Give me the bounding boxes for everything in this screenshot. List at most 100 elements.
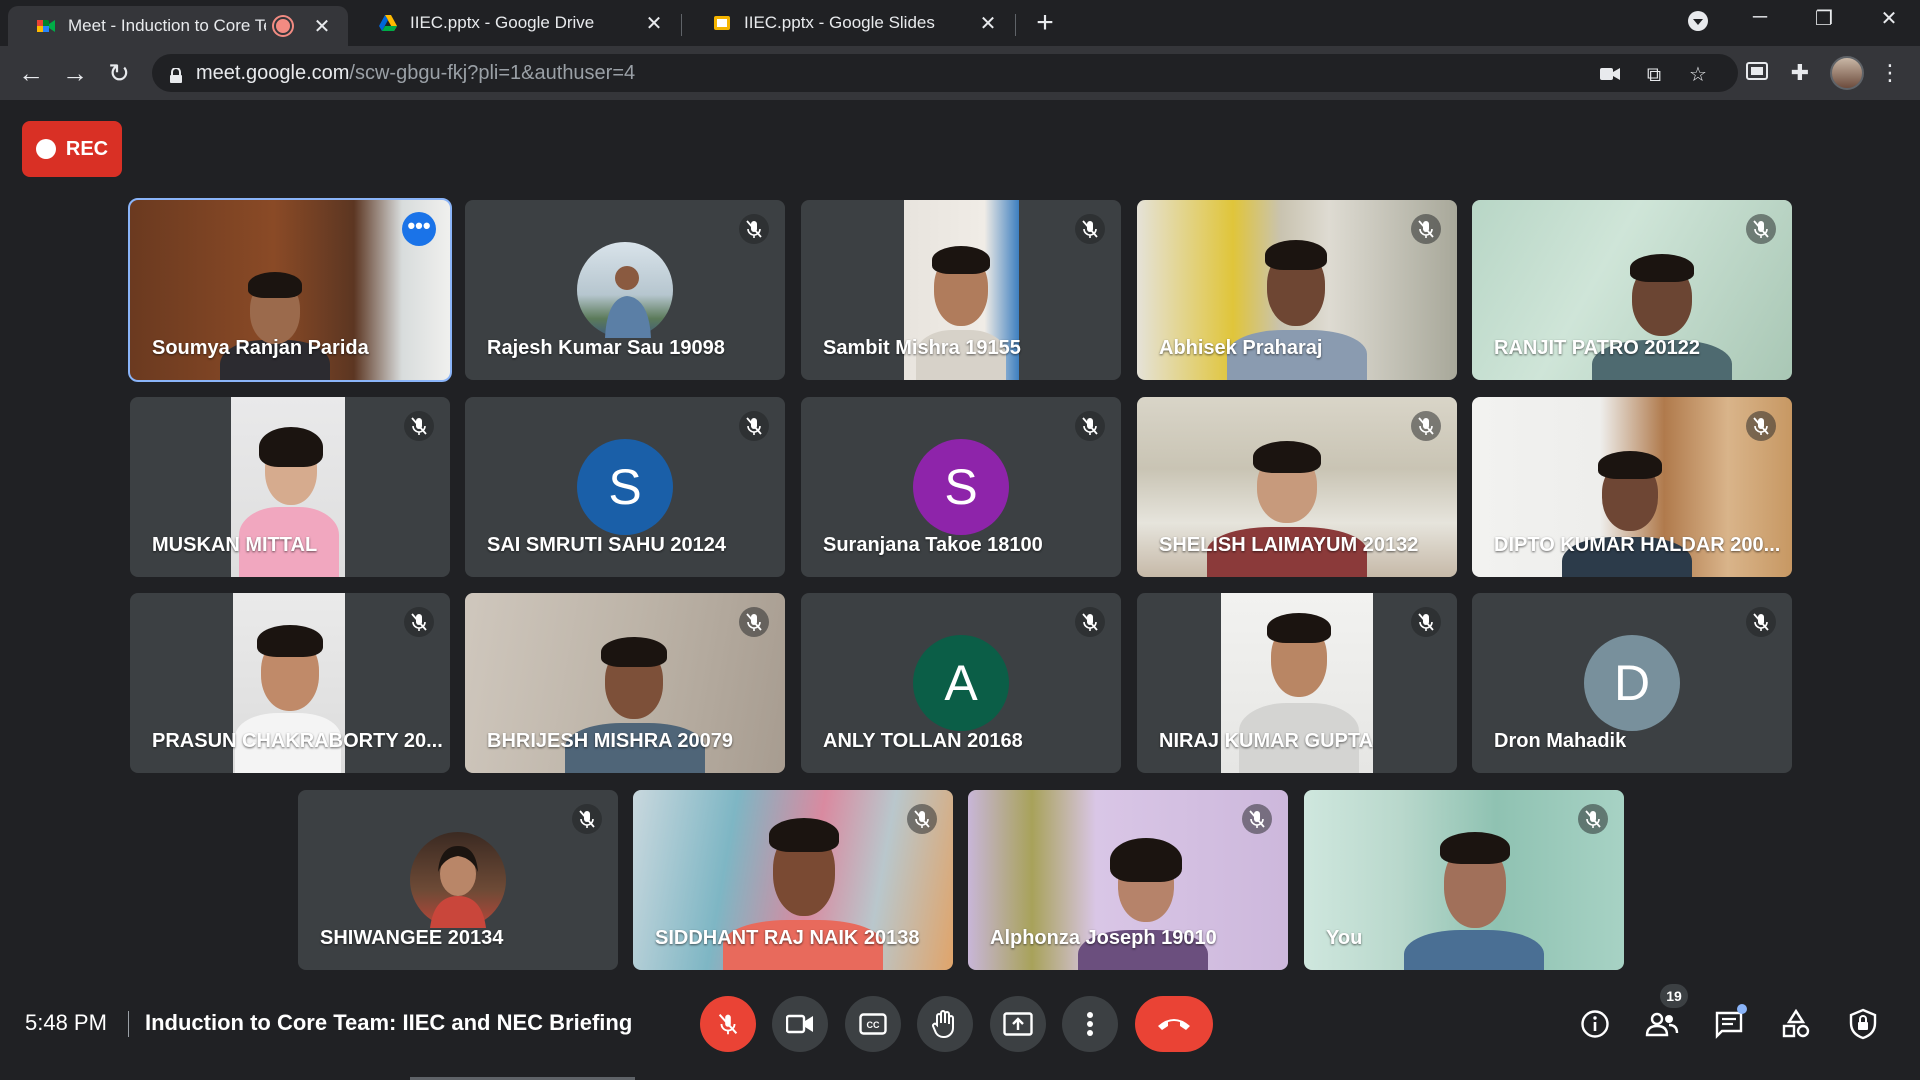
leave-call-button[interactable] xyxy=(1135,996,1213,1052)
recording-badge: REC xyxy=(22,121,122,177)
participant-name: DIPTO KUMAR HALDAR 200... xyxy=(1494,534,1781,556)
mic-off-icon xyxy=(718,1013,738,1035)
tab-title: Meet - Induction to Core Tea xyxy=(68,16,266,35)
profile-avatar[interactable] xyxy=(1830,56,1864,90)
present-screen-icon xyxy=(1003,1012,1033,1036)
participant-tile[interactable]: ••• Soumya Ranjan Parida xyxy=(128,198,452,382)
tab-strip: Meet - Induction to Core Tea ✕ IIEC.pptx… xyxy=(0,0,1920,46)
participant-name: RANJIT PATRO 20122 xyxy=(1494,337,1700,359)
participant-tile[interactable]: S Suranjana Takoe 18100 xyxy=(801,397,1121,577)
reload-icon[interactable]: ↻ xyxy=(104,58,134,88)
muted-mic-icon xyxy=(1578,804,1608,834)
meeting-details-button[interactable] xyxy=(1575,1004,1615,1044)
close-tab-icon[interactable]: ✕ xyxy=(310,14,334,39)
google-meet-icon xyxy=(37,20,55,32)
participant-tile[interactable]: Sambit Mishra 19155 xyxy=(801,200,1121,380)
address-bar[interactable]: meet.google.com/scw-gbgu-fkj?pli=1&authu… xyxy=(152,54,1738,92)
camera-toggle-button[interactable] xyxy=(772,996,828,1052)
microphone-toggle-button[interactable] xyxy=(700,996,756,1052)
back-icon[interactable]: ← xyxy=(16,58,46,88)
avatar-initial: S xyxy=(944,459,978,515)
more-options-button[interactable] xyxy=(1062,996,1118,1052)
muted-mic-icon xyxy=(1411,607,1441,637)
recording-label: REC xyxy=(65,137,109,160)
participant-tile[interactable]: You xyxy=(1304,790,1624,970)
more-options-button[interactable]: ••• xyxy=(402,212,436,246)
divider xyxy=(128,1011,129,1037)
participant-tile[interactable]: Abhisek Praharaj xyxy=(1137,200,1457,380)
muted-mic-icon xyxy=(1242,804,1272,834)
muted-mic-icon xyxy=(404,411,434,441)
participant-tile[interactable]: NIRAJ KUMAR GUPTA xyxy=(1137,593,1457,773)
present-screen-button[interactable] xyxy=(990,996,1046,1052)
muted-mic-icon xyxy=(404,607,434,637)
camera-icon xyxy=(786,1014,813,1034)
close-window-icon[interactable]: ✕ xyxy=(1869,6,1909,31)
media-control-icon[interactable] xyxy=(1744,60,1770,86)
close-tab-icon[interactable]: ✕ xyxy=(976,11,1000,36)
tab-meet[interactable]: Meet - Induction to Core Tea ✕ xyxy=(8,6,348,46)
host-controls-button[interactable] xyxy=(1843,1004,1883,1044)
tab-title: IIEC.pptx - Google Slides xyxy=(744,13,935,32)
url-path: /scw-gbgu-fkj?pli=1&authuser=4 xyxy=(349,61,636,84)
participant-tile[interactable]: Rajesh Kumar Sau 19098 xyxy=(465,200,785,380)
tab-drive[interactable]: IIEC.pptx - Google Drive ✕ xyxy=(350,6,680,40)
camera-in-use-icon[interactable] xyxy=(1599,64,1621,86)
participant-name: Alphonza Joseph 19010 xyxy=(990,927,1217,949)
forward-icon[interactable]: → xyxy=(60,58,90,88)
muted-mic-icon xyxy=(1411,411,1441,441)
participant-name: Suranjana Takoe 18100 xyxy=(823,534,1043,556)
participant-name: PRASUN CHAKRABORTY 20... xyxy=(152,730,443,752)
participant-tile[interactable]: Alphonza Joseph 19010 xyxy=(968,790,1288,970)
person-photo-icon xyxy=(430,846,486,928)
captions-button[interactable]: CC xyxy=(845,996,901,1052)
participant-name: SHIWANGEE 20134 xyxy=(320,927,504,949)
raise-hand-button[interactable] xyxy=(917,996,973,1052)
chat-unread-dot xyxy=(1737,1004,1747,1014)
muted-mic-icon xyxy=(1746,214,1776,244)
participant-tile[interactable]: PRASUN CHAKRABORTY 20... xyxy=(130,593,450,773)
participant-tile[interactable]: SHIWANGEE 20134 xyxy=(298,790,618,970)
initial-avatar: A xyxy=(913,635,1009,731)
participant-name: SIDDHANT RAJ NAIK 20138 xyxy=(655,927,920,949)
participant-tile[interactable]: MUSKAN MITTAL xyxy=(130,397,450,577)
participant-tile[interactable]: A ANLY TOLLAN 20168 xyxy=(801,593,1121,773)
activities-button[interactable] xyxy=(1776,1004,1816,1044)
muted-mic-icon xyxy=(739,214,769,244)
google-slides-icon xyxy=(714,16,730,30)
meeting-clock: 5:48 PM xyxy=(25,1010,107,1035)
participant-name: ANLY TOLLAN 20168 xyxy=(823,730,1023,752)
restore-icon[interactable]: ❐ xyxy=(1804,6,1844,31)
participant-tile[interactable]: BHRIJESH MISHRA 20079 xyxy=(465,593,785,773)
participant-tile[interactable]: SHELISH LAIMAYUM 20132 xyxy=(1137,397,1457,577)
initial-avatar: D xyxy=(1584,635,1680,731)
participant-name: Abhisek Praharaj xyxy=(1159,337,1323,359)
profile-photo xyxy=(577,242,673,338)
participant-name: Sambit Mishra 19155 xyxy=(823,337,1021,359)
avatar-initial: D xyxy=(1613,655,1651,711)
new-tab-button[interactable]: + xyxy=(1030,8,1060,38)
muted-mic-icon xyxy=(1411,214,1441,244)
close-tab-icon[interactable]: ✕ xyxy=(642,11,666,36)
tab-slides[interactable]: IIEC.pptx - Google Slides ✕ xyxy=(684,6,1014,40)
participant-name: BHRIJESH MISHRA 20079 xyxy=(487,730,734,752)
menu-icon[interactable]: ⋮ xyxy=(1877,60,1903,86)
people-button[interactable] xyxy=(1642,1004,1682,1044)
minimize-icon[interactable]: ─ xyxy=(1740,6,1780,29)
participant-tile[interactable]: DIPTO KUMAR HALDAR 200... xyxy=(1472,397,1792,577)
participant-tile[interactable]: S SAI SMRUTI SAHU 20124 xyxy=(465,397,785,577)
participant-tile[interactable]: RANJIT PATRO 20122 xyxy=(1472,200,1792,380)
more-vert-icon xyxy=(1087,1012,1093,1036)
participant-name: MUSKAN MITTAL xyxy=(152,534,318,556)
muted-mic-icon xyxy=(1746,411,1776,441)
participant-tile[interactable]: D Dron Mahadik xyxy=(1472,593,1792,773)
recording-indicator-icon xyxy=(274,17,292,35)
tab-search-icon[interactable] xyxy=(1678,10,1718,38)
google-drive-icon xyxy=(379,15,397,31)
extensions-icon[interactable]: ✚ xyxy=(1787,60,1813,86)
open-in-new-icon[interactable]: ⧉ xyxy=(1643,64,1665,86)
participant-tile[interactable]: SIDDHANT RAJ NAIK 20138 xyxy=(633,790,953,970)
participant-name: SHELISH LAIMAYUM 20132 xyxy=(1159,534,1419,556)
bookmark-star-icon[interactable]: ☆ xyxy=(1687,64,1709,86)
meeting-title: Induction to Core Team: IIEC and NEC Bri… xyxy=(145,1010,633,1035)
